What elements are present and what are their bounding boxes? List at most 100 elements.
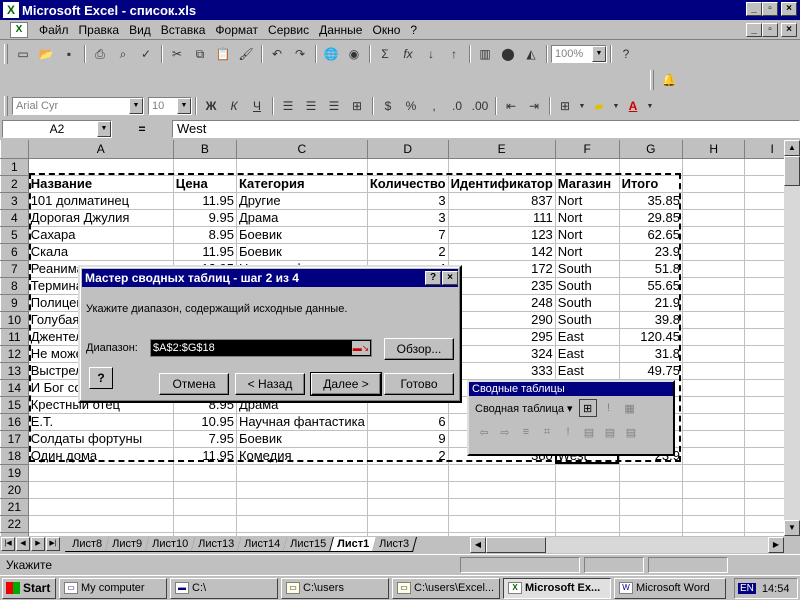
cell[interactable] (448, 498, 556, 516)
cell[interactable]: 55.65 (619, 277, 684, 295)
workbook-icon[interactable]: X (10, 21, 28, 38)
scroll-up-icon[interactable]: ▲ (784, 140, 800, 156)
cell[interactable] (682, 260, 746, 278)
row-header[interactable]: 3 (0, 192, 29, 210)
scroll-right-icon[interactable]: ▶ (768, 537, 784, 553)
cell[interactable]: Количество (367, 175, 449, 193)
task-users-folder[interactable]: ▭ C:\users (281, 577, 389, 599)
fill-color-icon[interactable]: ▰ (588, 96, 610, 116)
cell[interactable] (448, 481, 556, 499)
row-header[interactable]: 9 (0, 294, 29, 312)
cell[interactable]: 3 (367, 209, 449, 227)
next-sheet-icon[interactable]: ▶ (31, 537, 45, 551)
dialog-close-button[interactable]: × (442, 271, 458, 285)
cell[interactable]: 120.45 (619, 328, 684, 346)
range-picker-icon[interactable]: ▬↘ (352, 341, 370, 355)
cell[interactable] (28, 498, 174, 516)
cell[interactable]: 11.95 (173, 243, 237, 261)
increase-decimal-icon[interactable]: .0 (446, 96, 468, 116)
row-header[interactable]: 10 (0, 311, 29, 329)
column-header[interactable]: G (619, 140, 684, 159)
hscroll-thumb[interactable] (486, 537, 546, 553)
show-detail-icon[interactable]: ▤ (601, 423, 619, 441)
scroll-thumb[interactable] (784, 156, 800, 186)
cell[interactable] (173, 158, 237, 176)
decrease-decimal-icon[interactable]: .00 (469, 96, 491, 116)
cell[interactable]: Итого (619, 175, 684, 193)
cell[interactable] (682, 175, 746, 193)
cell[interactable] (682, 158, 746, 176)
cell[interactable]: 11.95 (173, 192, 237, 210)
menu-insert[interactable]: Вставка (156, 23, 211, 37)
autosum-icon[interactable]: Σ (374, 44, 396, 64)
cell[interactable]: Другие (236, 192, 368, 210)
cell[interactable] (28, 158, 174, 176)
sheet-tab[interactable]: Лист3 (371, 536, 417, 552)
cell[interactable] (682, 226, 746, 244)
redo-icon[interactable]: ↷ (289, 44, 311, 64)
language-indicator[interactable]: EN (738, 583, 756, 594)
name-box[interactable]: A2 ▼ (2, 120, 112, 138)
italic-button[interactable]: К (223, 96, 245, 116)
cell[interactable]: Солдаты фортуны (28, 430, 174, 448)
cell[interactable] (555, 158, 620, 176)
cell[interactable] (682, 447, 746, 465)
undo-icon[interactable]: ↶ (266, 44, 288, 64)
cell[interactable]: Nort (555, 209, 620, 227)
align-right-icon[interactable]: ☰ (323, 96, 345, 116)
paste-icon[interactable]: 📋 (212, 44, 234, 64)
menu-window[interactable]: Окно (367, 23, 405, 37)
finish-button[interactable]: Готово (384, 373, 454, 395)
row-header[interactable]: 21 (0, 498, 29, 516)
sheet-tab[interactable]: Лист13 (191, 536, 243, 552)
cell[interactable] (236, 515, 368, 533)
scroll-left-icon[interactable]: ◀ (470, 537, 486, 553)
font-color-dropdown-icon[interactable]: ▼ (645, 96, 655, 116)
font-size-select[interactable]: 10 ▼ (148, 97, 192, 115)
cell[interactable] (555, 481, 620, 499)
thousands-button[interactable]: , (423, 96, 445, 116)
row-header[interactable]: 12 (0, 345, 29, 363)
cell[interactable]: Боевик (236, 430, 368, 448)
cell[interactable] (367, 481, 449, 499)
cell[interactable] (682, 498, 746, 516)
excel-app-icon[interactable]: X (3, 2, 19, 18)
cell[interactable]: 29.85 (619, 209, 684, 227)
cell[interactable] (367, 464, 449, 482)
range-input[interactable]: $A$2:$G$18 ▬↘ (150, 339, 372, 357)
row-header[interactable]: 5 (0, 226, 29, 244)
cell[interactable]: 7 (367, 226, 449, 244)
new-icon[interactable]: ▭ (12, 44, 34, 64)
row-header[interactable]: 15 (0, 396, 29, 414)
doc-minimize-button[interactable]: _ (746, 23, 762, 37)
restore-button[interactable]: ▫ (762, 2, 778, 16)
cell[interactable]: Категория (236, 175, 368, 193)
group-icon[interactable]: ⇨ (496, 423, 514, 441)
task-my-computer[interactable]: ▭ My computer (59, 577, 167, 599)
row-header[interactable]: 18 (0, 447, 29, 465)
sheet-tab[interactable]: Лист14 (237, 536, 289, 552)
cell[interactable]: 31.8 (619, 345, 684, 363)
cell[interactable]: 10.95 (173, 413, 237, 431)
bold-button[interactable]: Ж (200, 96, 222, 116)
cell[interactable]: Цена (173, 175, 237, 193)
cell[interactable]: 8.95 (173, 226, 237, 244)
cell[interactable]: 39.8 (619, 311, 684, 329)
cell[interactable]: Один дома (28, 447, 174, 465)
cell[interactable]: 7.95 (173, 430, 237, 448)
show-pages-icon[interactable]: ≡ (517, 423, 535, 441)
cell[interactable] (682, 464, 746, 482)
cell[interactable]: 49.75 (619, 362, 684, 380)
row-header[interactable]: 2 (0, 175, 29, 193)
task-excel-folder[interactable]: ▭ C:\users\Excel... (392, 577, 500, 599)
cell[interactable] (555, 464, 620, 482)
sheet-tab[interactable]: Лист9 (105, 536, 151, 552)
cell[interactable]: East (555, 362, 620, 380)
cell[interactable]: Комедия (236, 447, 368, 465)
exclamation-icon[interactable]: ! (559, 423, 577, 441)
scroll-down-icon[interactable]: ▼ (784, 520, 800, 536)
ungroup-icon[interactable]: ⇦ (475, 423, 493, 441)
function-icon[interactable]: fx (397, 44, 419, 64)
dialog-help-button[interactable]: ? (425, 271, 441, 285)
refresh-data-icon[interactable]: ! (600, 399, 618, 417)
